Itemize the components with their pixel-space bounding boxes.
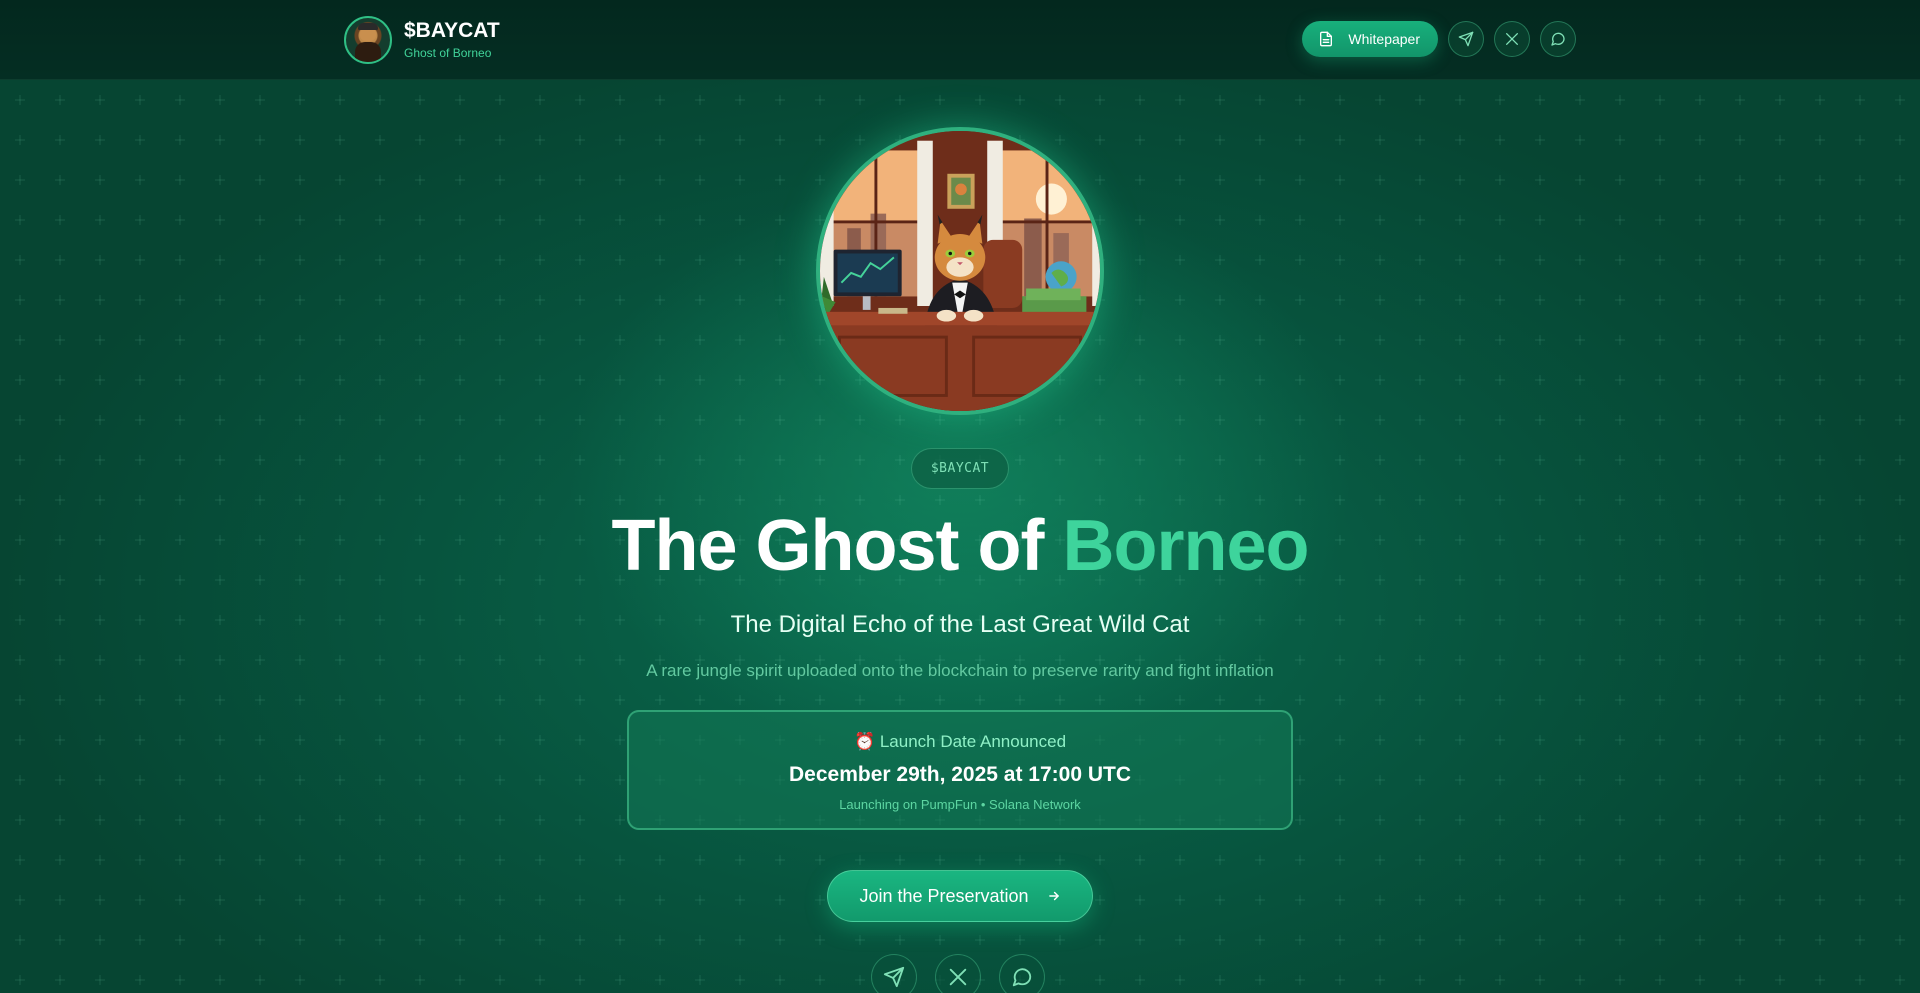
chat-button-bottom[interactable]: [999, 954, 1045, 993]
brand-avatar: [344, 16, 392, 64]
x-button-bottom[interactable]: [935, 954, 981, 993]
chat-icon: [1551, 32, 1565, 46]
hero-description: A rare jungle spirit uploaded onto the b…: [646, 661, 1274, 680]
ticker-badge: $BAYCAT: [911, 448, 1009, 489]
header-nav: Whitepaper: [1302, 21, 1576, 57]
launch-note: Launching on PumpFun • Solana Network: [839, 797, 1081, 812]
launch-title: ⏰ Launch Date Announced: [853, 732, 1067, 751]
hero-headline: The Ghost of Borneo: [0, 500, 1920, 592]
brand-logo-link[interactable]: $BAYCAT Ghost of Borneo: [344, 16, 500, 64]
whitepaper-button[interactable]: Whitepaper: [1302, 21, 1438, 57]
x-button[interactable]: [1494, 21, 1530, 57]
whitepaper-label: Whitepaper: [1348, 31, 1420, 47]
x-icon: [1506, 33, 1518, 45]
chat-button[interactable]: [1540, 21, 1576, 57]
launch-announcement-card: ⏰ Launch Date Announced December 29th, 2…: [627, 710, 1293, 830]
chat-icon: [1012, 968, 1032, 987]
telegram-button[interactable]: [1448, 21, 1484, 57]
document-icon: [1320, 31, 1333, 47]
brand-subtitle: Ghost of Borneo: [404, 46, 492, 60]
arrow-right-icon: [1048, 891, 1059, 901]
site-header: $BAYCAT Ghost of Borneo Whitepaper: [0, 0, 1920, 80]
telegram-icon: [883, 966, 905, 988]
brand-title: $BAYCAT: [404, 19, 500, 42]
headline-accent: Borneo: [1062, 506, 1309, 586]
hero-subheadline: The Digital Echo of the Last Great Wild …: [730, 611, 1190, 638]
telegram-icon: [1458, 31, 1474, 47]
cta-label: Join the Preservation: [859, 885, 1029, 906]
bottom-social-links: [871, 954, 1045, 993]
launch-date: December 29th, 2025 at 17:00 UTC: [789, 763, 1131, 786]
x-icon: [949, 968, 967, 986]
mascot-illustration: [820, 131, 1100, 411]
headline-main: The Ghost of: [611, 506, 1045, 586]
telegram-button-bottom[interactable]: [871, 954, 917, 993]
join-preservation-button[interactable]: Join the Preservation: [827, 870, 1093, 922]
hero-mascot-image: [816, 127, 1104, 415]
